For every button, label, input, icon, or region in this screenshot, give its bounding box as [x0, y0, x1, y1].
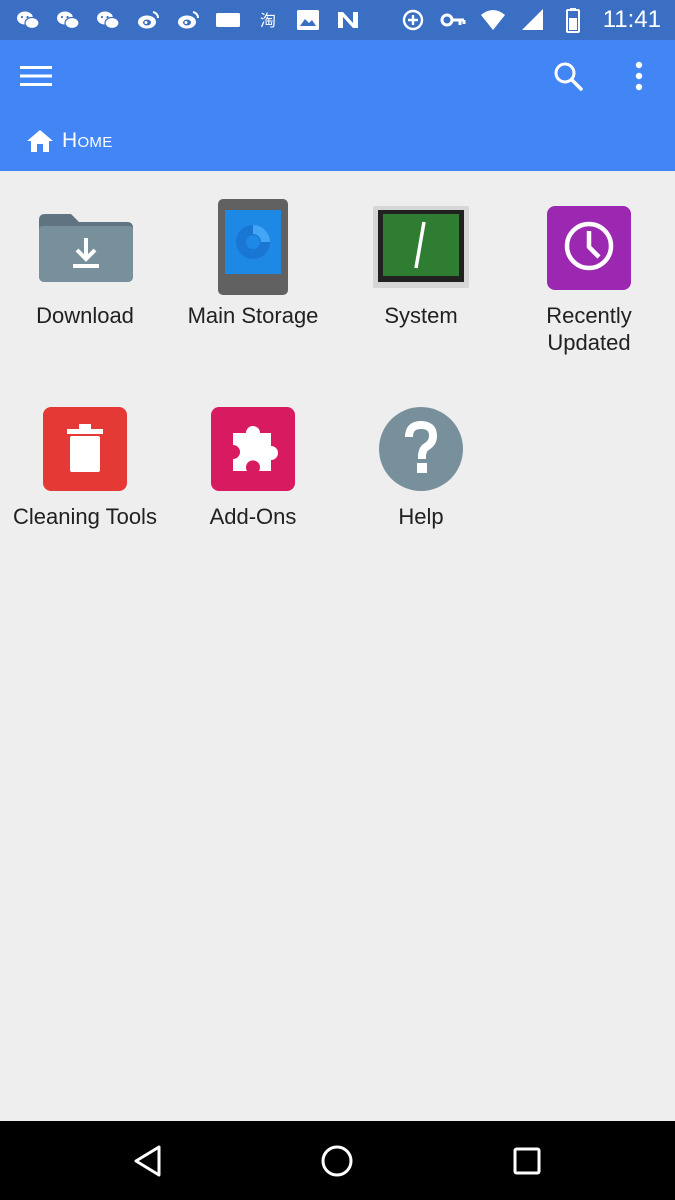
- navigation-bar: [0, 1121, 675, 1200]
- tile-download[interactable]: Download: [1, 198, 169, 329]
- more-options-button[interactable]: [622, 56, 656, 96]
- home-circle-icon: [321, 1145, 353, 1177]
- app-bar: Home: [0, 40, 675, 171]
- recents-icon: [513, 1147, 541, 1175]
- cellular-icon: [519, 6, 547, 34]
- wechat-icon: [54, 6, 82, 34]
- tile-label: System: [384, 303, 458, 328]
- tile-main-storage[interactable]: Main Storage: [169, 198, 337, 329]
- trash-icon: [35, 399, 135, 499]
- wifi-icon: [479, 6, 507, 34]
- n-icon: [334, 6, 362, 34]
- breadcrumb[interactable]: Home: [26, 128, 113, 154]
- status-clock: 11:41: [602, 6, 661, 33]
- search-button[interactable]: [546, 56, 590, 96]
- clock-icon: [539, 198, 639, 298]
- weibo-icon: [134, 6, 162, 34]
- terminal-icon: [371, 198, 471, 298]
- tile-label: Download: [36, 303, 134, 328]
- data-saver-icon: [399, 6, 427, 34]
- puzzle-icon: [203, 399, 303, 499]
- tile-system[interactable]: System: [337, 198, 505, 329]
- tile-help[interactable]: Help: [337, 399, 505, 530]
- more-vert-icon: [635, 61, 643, 91]
- image-icon: [294, 6, 322, 34]
- tile-label: Add-Ons: [209, 504, 297, 529]
- tile-label: Cleaning Tools: [13, 504, 157, 529]
- search-icon: [554, 62, 583, 91]
- system-icons: 11:41: [399, 6, 661, 34]
- hamburger-menu-icon: [20, 66, 52, 86]
- svg-text:淘: 淘: [260, 11, 276, 30]
- notification-icons: 淘: [14, 6, 362, 34]
- tile-recently-updated[interactable]: Recently Updated: [505, 198, 673, 356]
- home-button[interactable]: [315, 1139, 359, 1183]
- keyboard-icon: [214, 6, 242, 34]
- weibo-icon: [174, 6, 202, 34]
- taobao-icon: 淘: [254, 6, 282, 34]
- tile-add-ons[interactable]: Add-Ons: [169, 399, 337, 530]
- vpn-key-icon: [439, 6, 467, 34]
- status-bar: 淘 11:41: [0, 0, 675, 40]
- tile-label: Main Storage: [187, 303, 319, 328]
- menu-button[interactable]: [14, 58, 58, 94]
- help-icon: [371, 399, 471, 499]
- back-icon: [134, 1145, 161, 1177]
- battery-icon: [559, 6, 587, 34]
- download-folder-icon: [35, 198, 135, 298]
- back-button[interactable]: [126, 1139, 170, 1183]
- storage-icon: [203, 198, 303, 298]
- tile-label: Recently Updated: [546, 303, 632, 355]
- breadcrumb-home-label: Home: [62, 129, 113, 152]
- home-icon: [27, 130, 53, 152]
- recents-button[interactable]: [505, 1139, 549, 1183]
- wechat-icon: [94, 6, 122, 34]
- tile-label: Help: [398, 504, 444, 529]
- tile-cleaning-tools[interactable]: Cleaning Tools: [1, 399, 169, 530]
- wechat-icon: [14, 6, 42, 34]
